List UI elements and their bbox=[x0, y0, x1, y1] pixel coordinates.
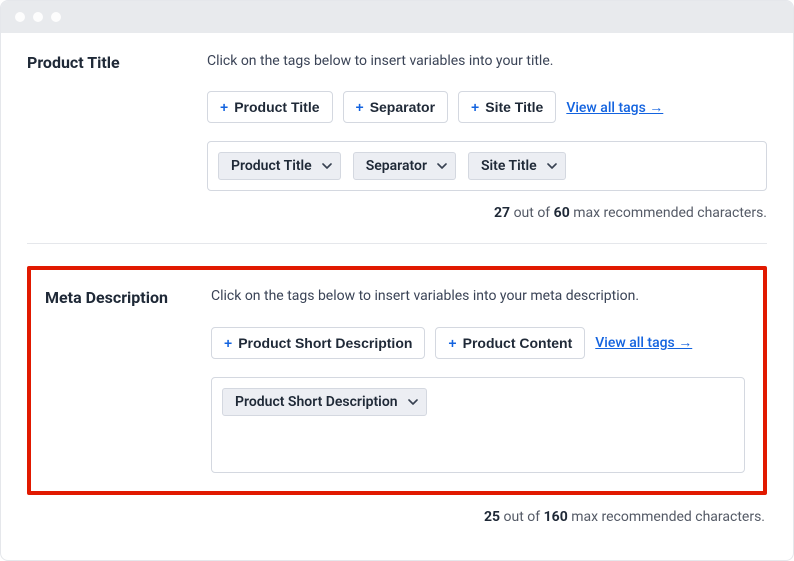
tag-separator[interactable]: + Separator bbox=[343, 91, 449, 123]
char-counter-meta: 25 out of 160 max recommended characters… bbox=[27, 509, 767, 525]
section-body-meta-description: Click on the tags below to insert variab… bbox=[211, 286, 745, 472]
chip-product-title[interactable]: Product Title bbox=[218, 152, 341, 180]
tag-label: Product Title bbox=[234, 99, 319, 115]
tag-product-title[interactable]: + Product Title bbox=[207, 91, 333, 123]
chevron-down-icon bbox=[408, 397, 418, 407]
chevron-down-icon bbox=[437, 161, 447, 171]
chip-label: Product Short Description bbox=[235, 394, 398, 410]
app-window: Product Title Click on the tags below to… bbox=[0, 0, 794, 561]
section-meta-description: Meta Description Click on the tags below… bbox=[45, 286, 745, 472]
tag-site-title[interactable]: + Site Title bbox=[458, 91, 556, 123]
counter-current: 25 bbox=[484, 509, 500, 525]
plus-icon: + bbox=[224, 335, 232, 351]
meta-description-field[interactable]: Product Short Description bbox=[211, 377, 745, 473]
counter-max: 60 bbox=[554, 205, 570, 221]
tag-label: Product Short Description bbox=[238, 335, 412, 351]
link-view-all-tags-meta[interactable]: View all tags → bbox=[595, 334, 692, 351]
link-view-all-tags-title[interactable]: View all tags → bbox=[566, 99, 663, 116]
counter-current: 27 bbox=[494, 205, 510, 221]
tag-row-meta-description: + Product Short Description + Product Co… bbox=[211, 327, 745, 359]
section-product-title: Product Title Click on the tags below to… bbox=[27, 51, 767, 221]
tag-label: Separator bbox=[370, 99, 435, 115]
plus-icon: + bbox=[471, 99, 479, 115]
chevron-down-icon bbox=[547, 161, 557, 171]
highlight-meta-description: Meta Description Click on the tags below… bbox=[27, 266, 767, 494]
tag-row-product-title: + Product Title + Separator + Site Title… bbox=[207, 91, 767, 123]
counter-suffix: max recommended characters. bbox=[568, 509, 765, 525]
section-divider bbox=[27, 243, 767, 244]
plus-icon: + bbox=[356, 99, 364, 115]
chip-label: Site Title bbox=[481, 158, 537, 174]
chip-label: Separator bbox=[366, 158, 427, 174]
section-body-product-title: Click on the tags below to insert variab… bbox=[207, 51, 767, 221]
chevron-down-icon bbox=[322, 161, 332, 171]
window-control-dot bbox=[15, 12, 25, 22]
title-field[interactable]: Product Title Separator Site Title bbox=[207, 141, 767, 191]
chip-product-short-description[interactable]: Product Short Description bbox=[222, 388, 427, 416]
section-label-meta-description: Meta Description bbox=[45, 286, 211, 307]
counter-sep: out of bbox=[500, 509, 544, 525]
plus-icon: + bbox=[220, 99, 228, 115]
plus-icon: + bbox=[448, 335, 456, 351]
counter-max: 160 bbox=[544, 509, 568, 525]
tag-label: Product Content bbox=[463, 335, 573, 351]
chip-separator[interactable]: Separator bbox=[353, 152, 456, 180]
tag-label: Site Title bbox=[485, 99, 543, 115]
window-control-dot bbox=[33, 12, 43, 22]
char-counter-title: 27 out of 60 max recommended characters. bbox=[207, 205, 767, 221]
instruction-meta-description: Click on the tags below to insert variab… bbox=[211, 286, 745, 306]
chip-label: Product Title bbox=[231, 158, 312, 174]
chip-site-title[interactable]: Site Title bbox=[468, 152, 566, 180]
window-control-dot bbox=[51, 12, 61, 22]
content-area: Product Title Click on the tags below to… bbox=[1, 33, 793, 541]
counter-sep: out of bbox=[510, 205, 554, 221]
section-label-product-title: Product Title bbox=[27, 51, 207, 72]
window-titlebar bbox=[1, 1, 793, 33]
tag-product-content[interactable]: + Product Content bbox=[435, 327, 585, 359]
tag-product-short-description[interactable]: + Product Short Description bbox=[211, 327, 425, 359]
instruction-product-title: Click on the tags below to insert variab… bbox=[207, 51, 767, 71]
counter-suffix: max recommended characters. bbox=[570, 205, 767, 221]
